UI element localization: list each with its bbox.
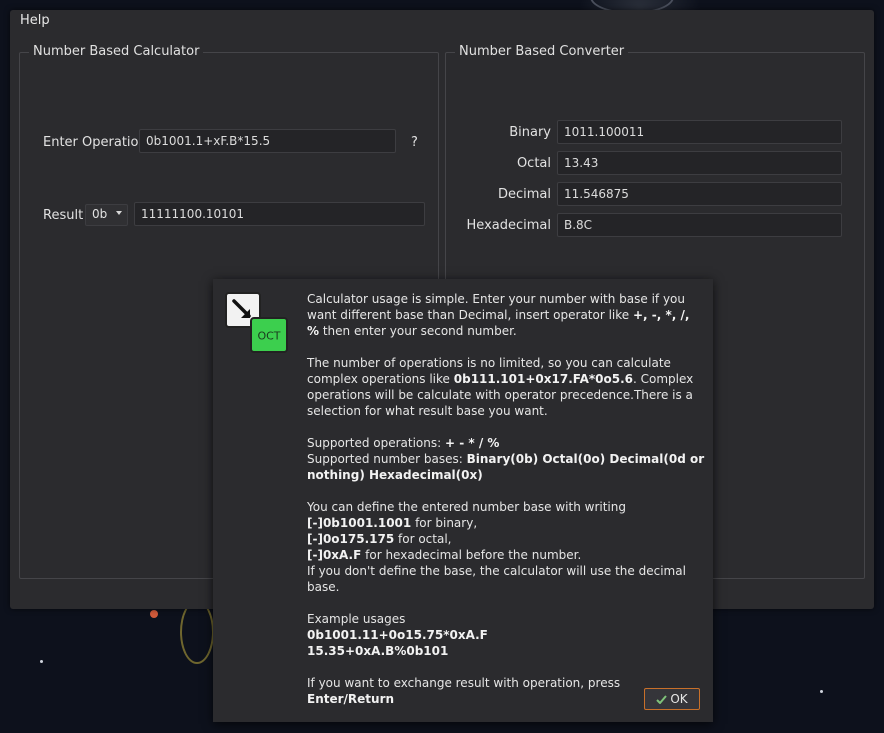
help-text: Calculator usage is simple. Enter your n… — [307, 291, 705, 723]
help-paragraph-supported: Supported operations: + - * / % Supported… — [307, 435, 705, 483]
help-bin-code: [-]0b1001.1001 — [307, 516, 412, 530]
help-text-span: Supported operations: — [307, 436, 445, 450]
menubar: Help — [10, 10, 874, 32]
ok-button[interactable]: OK — [644, 688, 700, 710]
result-output[interactable]: 11111100.10101 — [134, 202, 425, 226]
converter-group-title: Number Based Converter — [455, 44, 629, 59]
ok-icon — [656, 690, 668, 705]
help-text-span: for hexadecimal before the number. — [361, 548, 582, 562]
help-text-span: Supported number bases: — [307, 452, 467, 466]
help-text-span: Example usages — [307, 612, 406, 626]
octal-label: Octal — [516, 156, 551, 171]
menu-help[interactable]: Help — [20, 13, 50, 28]
binary-label: Binary — [509, 125, 551, 140]
chevron-down-icon — [116, 211, 122, 215]
wallpaper-decoration — [40, 660, 43, 663]
wallpaper-decoration — [820, 690, 823, 693]
app-icon-text: OCT — [257, 330, 280, 343]
help-example-1: 0b1001.11+0o15.75*0xA.F — [307, 628, 488, 642]
decimal-label: Decimal — [497, 187, 551, 202]
hexadecimal-label: Hexadecimal — [466, 218, 551, 233]
result-label: Result — [43, 208, 84, 223]
help-question-button[interactable]: ? — [411, 135, 418, 150]
help-paragraph-examples: Example usages 0b1001.11+0o15.75*0xA.F 15.… — [307, 611, 705, 659]
ok-label: OK — [670, 692, 688, 706]
help-text-span: for octal, — [394, 532, 452, 546]
result-base-value: 0b — [92, 207, 108, 221]
help-text-span: If you don't define the base, the calcul… — [307, 564, 686, 594]
help-oct-code: [-]0o175.175 — [307, 532, 395, 546]
operation-input[interactable]: 0b1001.1+xF.B*15.5 — [139, 129, 396, 153]
calculator-group-title: Number Based Calculator — [29, 44, 204, 59]
help-hex-code: [-]0xA.F — [307, 548, 362, 562]
help-text-span: for binary, — [411, 516, 478, 530]
help-paragraph-define: You can define the entered number base w… — [307, 499, 705, 595]
decimal-input[interactable]: 11.546875 — [557, 182, 842, 206]
octal-input[interactable]: 13.43 — [557, 151, 842, 175]
wallpaper-decoration — [180, 600, 214, 664]
result-base-select[interactable]: 0b — [85, 204, 128, 226]
enter-operation-label: Enter Operation — [43, 135, 147, 150]
help-paragraph-intro: Calculator usage is simple. Enter your n… — [307, 291, 705, 339]
help-complex-example-bold: 0b111.101+0x17.FA*0o5.6 — [453, 372, 633, 386]
wallpaper-decoration — [150, 610, 158, 618]
help-text-span: Calculator usage is simple. Enter your n… — [307, 292, 685, 322]
binary-input[interactable]: 1011.100011 — [557, 120, 842, 144]
help-text-span: You can define the entered number base w… — [307, 500, 626, 514]
app-icon: OCT — [225, 292, 289, 356]
help-ops-bold: + - * / % — [444, 436, 500, 450]
help-enter-return-bold: Enter/Return — [307, 692, 395, 706]
help-text-span: If you want to exchange result with oper… — [307, 676, 621, 690]
help-example-2: 15.35+0xA.B%0b101 — [307, 644, 449, 658]
app-icon-graphic: OCT — [225, 292, 288, 353]
help-text-span: then enter your second number. — [319, 324, 517, 338]
help-dialog: OCT Calculator usage is simple. Enter yo… — [213, 279, 713, 722]
help-paragraph-complex: The number of operations is no limited, … — [307, 355, 705, 419]
hexadecimal-input[interactable]: B.8C — [557, 213, 842, 237]
